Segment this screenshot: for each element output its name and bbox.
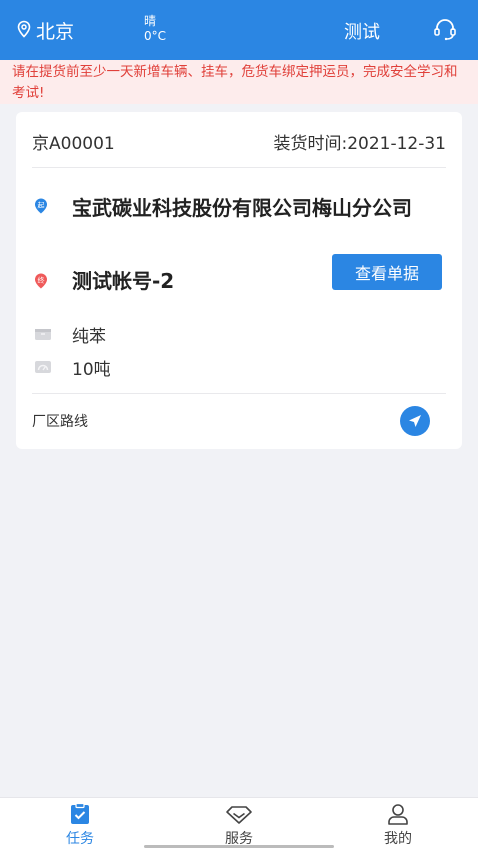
customer-service-icon[interactable] — [432, 16, 458, 46]
tab-task[interactable]: 任务 — [40, 802, 120, 848]
location-pin-icon — [16, 20, 32, 42]
cargo-box-icon — [34, 326, 52, 340]
person-icon — [388, 804, 408, 825]
cargo-weight: 10吨 — [72, 360, 111, 380]
app-header: 北京 晴 0°C 测试 — [0, 0, 478, 60]
tab-mine-label: 我的 — [384, 831, 412, 847]
load-time: 装货时间:2021-12-31 — [273, 129, 446, 154]
bottom-tab-bar: 任务 服务 我的 — [0, 797, 478, 850]
home-indicator — [144, 845, 334, 848]
navigation-button[interactable] — [400, 406, 430, 436]
divider — [32, 167, 446, 168]
divider — [32, 393, 446, 394]
tab-service[interactable]: 服务 — [199, 802, 279, 848]
start-location-icon: 起 — [34, 198, 48, 214]
view-document-button[interactable]: 查看单据 — [332, 254, 442, 290]
factory-route-label[interactable]: 厂区路线 — [32, 411, 88, 431]
receiver-account: 测试帐号-2 — [72, 269, 175, 293]
load-time-value: 2021-12-31 — [347, 134, 446, 154]
diamond-icon — [226, 806, 252, 824]
tab-mine[interactable]: 我的 — [358, 802, 438, 848]
weather-widget: 晴 0°C — [144, 14, 166, 44]
tab-task-label: 任务 — [66, 831, 94, 847]
order-card[interactable]: 京A00001 装货时间:2021-12-31 起 宝武碳业科技股份有限公司梅山… — [16, 112, 462, 449]
weather-condition: 晴 — [144, 14, 157, 28]
location-label: 北京 — [36, 21, 75, 43]
weight-gauge-icon — [34, 359, 52, 373]
vehicle-plate: 京A00001 — [32, 134, 115, 154]
location-selector[interactable]: 北京 — [16, 17, 74, 44]
load-time-label: 装货时间: — [273, 134, 348, 154]
end-location-icon: 终 — [34, 273, 48, 289]
weather-temperature: 0°C — [144, 29, 167, 43]
end-badge-text: 终 — [38, 276, 45, 285]
loading-company: 宝武碳业科技股份有限公司梅山分公司 — [72, 196, 412, 220]
navigate-arrow-icon — [409, 415, 421, 427]
safety-notice: 请在提货前至少一天新增车辆、挂车，危货车绑定押运员，完成安全学习和考试! — [0, 60, 478, 104]
user-name: 测试 — [344, 22, 380, 43]
start-badge-text: 起 — [38, 202, 45, 210]
task-icon — [71, 802, 89, 824]
cargo-name: 纯苯 — [72, 327, 106, 347]
